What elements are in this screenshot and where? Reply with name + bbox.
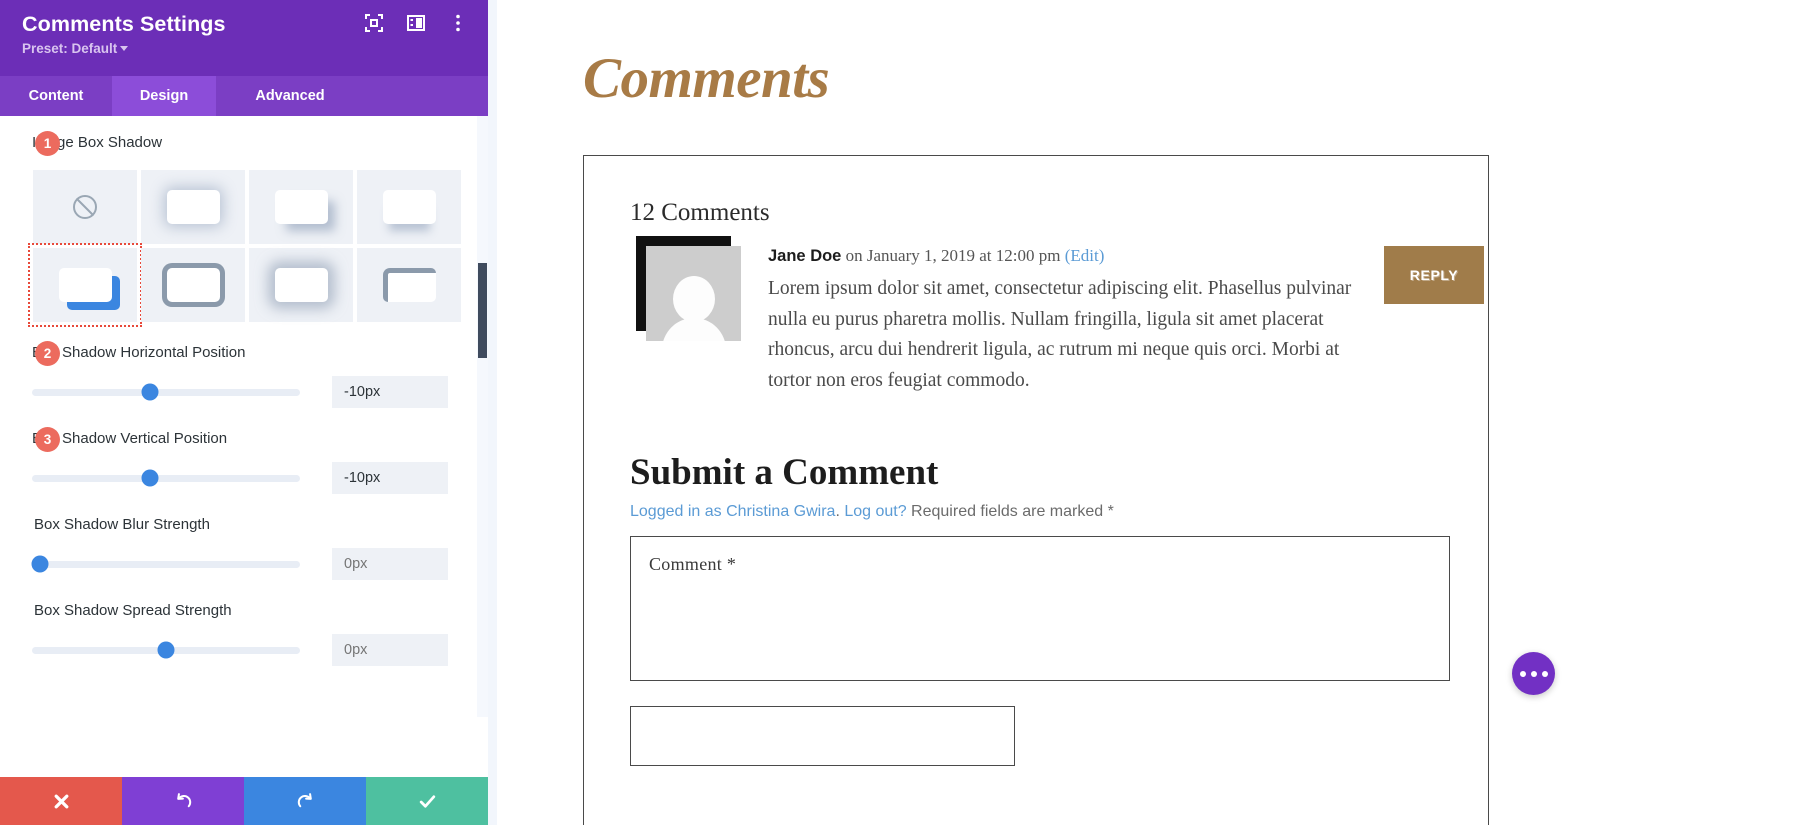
panel-scrollbar-thumb[interactable] [478,263,487,358]
redo-button[interactable] [244,777,366,825]
comment-edit-link[interactable]: (Edit) [1065,246,1105,265]
name-input[interactable] [630,706,1015,766]
slider-thumb[interactable] [141,469,159,487]
preset-thumbnail [382,268,436,302]
panel-tabs: Content Design Advanced [0,76,488,116]
slider-horizontal-position: 2 Box Shadow Horizontal Position [32,341,456,408]
login-status-line: Logged in as Christina Gwira. Log out? R… [630,503,1114,521]
shadow-preset-solid-outline[interactable] [141,248,245,322]
shadow-preset-corner-border[interactable] [357,248,461,322]
preset-thumbnail [58,268,112,302]
page-title: Comments [583,47,830,110]
slider-spread-strength: Box Shadow Spread Strength [32,602,456,666]
checkmark-icon [419,794,435,808]
slider-thumb[interactable] [31,555,49,573]
fab-dot [1519,670,1526,677]
slider-vertical-position: 3 Box Shadow Vertical Position [32,427,456,494]
logout-link[interactable]: Log out? [844,503,906,520]
layout-panel-icon[interactable] [406,13,426,33]
save-button[interactable] [366,777,488,825]
panel-scrollbar[interactable] [477,116,488,717]
panel-header-icons [364,13,468,33]
step-badge-1: 1 [35,131,60,156]
no-shadow-icon [73,195,97,219]
shadow-preset-offset-down-right[interactable] [249,170,353,244]
preset-label: Preset: Default [22,41,118,56]
image-box-shadow-label-row: 1 Image Box Shadow [32,131,456,156]
login-separator: . [835,503,845,520]
slider-value-input[interactable] [332,634,448,666]
undo-icon [176,792,191,807]
chevron-down-icon [120,46,129,51]
preset-thumbnail [166,190,220,224]
slider-thumb[interactable] [141,383,159,401]
page-preview-area: Comments 12 Comments Jane Doe on January… [488,0,1800,825]
slider-value-input[interactable] [332,376,448,408]
tab-design[interactable]: Design [112,76,216,116]
fab-dot [1541,670,1548,677]
panel-header: Comments Settings Preset: Default [0,0,488,76]
slider-value-input[interactable] [332,548,448,580]
tab-advanced[interactable]: Advanced [216,76,364,116]
avatar [646,246,741,341]
more-options-icon[interactable] [448,13,468,33]
preset-selector[interactable]: Preset: Default [22,41,470,56]
avatar-body [661,318,726,341]
comment-timestamp: on January 1, 2019 at 12:00 pm [841,246,1065,265]
shadow-preset-no-shadow[interactable] [33,170,137,244]
comments-settings-panel: Comments Settings Preset: Default Conten… [0,0,488,825]
slider-blur-strength: Box Shadow Blur Strength [31,516,456,580]
slider-label: Box Shadow Horizontal Position [32,344,246,361]
logged-in-user-link[interactable]: Logged in as Christina Gwira [630,503,835,520]
step-badge-3: 3 [35,427,60,452]
tab-content[interactable]: Content [0,76,112,116]
fullscreen-icon[interactable] [364,13,384,33]
avatar-head [672,276,715,322]
slider-track[interactable] [31,555,300,573]
comment-author: Jane Doe [768,247,842,265]
box-shadow-preset-grid [28,170,461,327]
shadow-preset-blue-solid-offset[interactable] [28,243,142,327]
preset-thumbnail [274,190,328,224]
cancel-button[interactable] [0,777,122,825]
comment-body: Lorem ipsum dolor sit amet, consectetur … [768,278,1352,391]
slider-track[interactable] [32,469,300,487]
more-actions-fab[interactable] [1512,652,1555,695]
preset-thumbnail [274,268,328,302]
redo-icon [297,792,312,807]
shadow-preset-heavy-glow[interactable] [249,248,353,322]
comment-meta: Jane Doe on January 1, 2019 at 12:00 pm … [768,246,1104,266]
panel-divider [488,0,497,825]
step-badge-2: 2 [35,341,60,366]
slider-label: Box Shadow Blur Strength [34,516,210,533]
slider-track[interactable] [32,641,300,659]
slider-label: Box Shadow Vertical Position [32,430,228,447]
comment-input[interactable] [630,536,1450,681]
close-icon [54,794,68,808]
required-fields-note: Required fields are marked * [906,503,1114,520]
undo-button[interactable] [122,777,244,825]
slider-track[interactable] [32,383,300,401]
shadow-preset-bottom-drop[interactable] [357,170,461,244]
shadow-preset-soft-glow[interactable] [141,170,245,244]
comment-count-label: 12 Comments [630,199,770,226]
panel-scroll-region: 1 Image Box Shadow 2 Box Shadow Horizont… [0,116,488,717]
submit-comment-heading: Submit a Comment [630,452,939,493]
slider-thumb[interactable] [157,641,175,659]
fab-dot [1530,670,1537,677]
reply-button[interactable]: REPLY [1384,246,1484,304]
slider-label: Box Shadow Spread Strength [34,602,232,619]
comments-module: 12 Comments Jane Doe on January 1, 2019 … [583,155,1489,825]
slider-value-input[interactable] [332,462,448,494]
panel-action-bar [0,777,488,825]
preset-thumbnail [166,268,220,302]
preset-thumbnail [382,190,436,224]
